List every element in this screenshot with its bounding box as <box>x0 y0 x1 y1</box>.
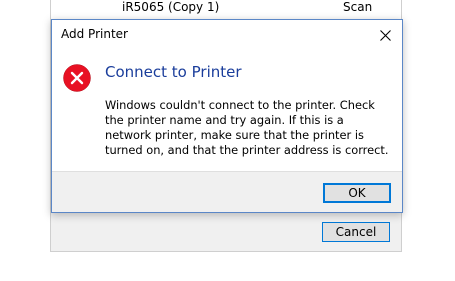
background-printer-name: iR5065 (Copy 1) <box>122 0 220 14</box>
dialog-titlebar[interactable]: Add Printer <box>52 20 402 50</box>
close-icon <box>379 29 391 41</box>
dialog-title: Add Printer <box>61 27 128 41</box>
cancel-button[interactable]: Cancel <box>322 222 390 242</box>
background-scan-label: Scan <box>343 0 373 14</box>
add-printer-dialog: Add Printer Connect to Printer Windows c… <box>51 19 403 213</box>
close-button[interactable] <box>368 20 402 50</box>
error-icon <box>63 64 91 92</box>
dialog-heading: Connect to Printer <box>105 63 242 81</box>
ok-button[interactable]: OK <box>323 183 391 203</box>
dialog-content: Connect to Printer Windows couldn't conn… <box>52 50 402 171</box>
dialog-footer: OK <box>52 171 402 212</box>
dialog-message: Windows couldn't connect to the printer.… <box>105 98 389 157</box>
